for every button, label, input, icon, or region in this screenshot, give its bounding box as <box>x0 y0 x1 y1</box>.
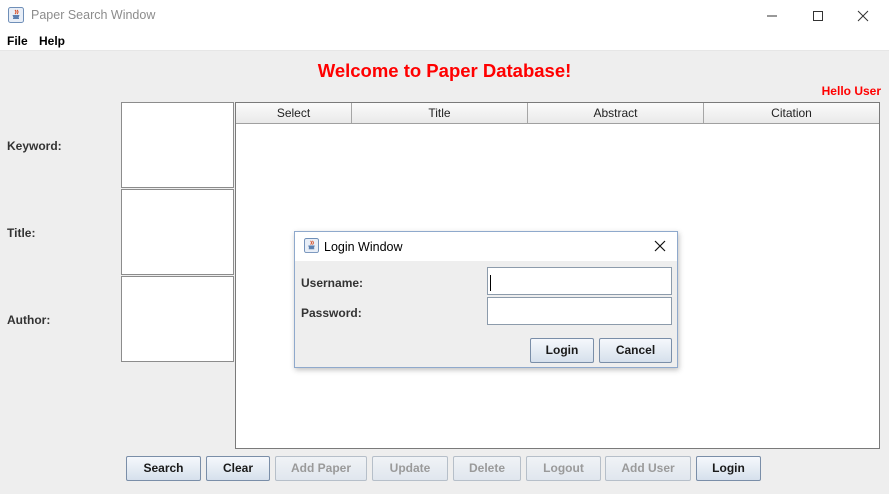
title-label: Title: <box>7 226 36 240</box>
column-header-title[interactable]: Title <box>352 103 528 123</box>
password-input[interactable] <box>487 297 672 325</box>
column-header-abstract[interactable]: Abstract <box>528 103 704 123</box>
column-header-citation[interactable]: Citation <box>704 103 879 123</box>
dialog-cancel-button[interactable]: Cancel <box>599 338 672 363</box>
text-caret <box>490 275 491 291</box>
menu-help[interactable]: Help <box>39 34 65 48</box>
menu-file[interactable]: File <box>7 34 28 48</box>
username-input[interactable] <box>487 267 672 295</box>
dialog-login-button[interactable]: Login <box>530 338 594 363</box>
keyword-field[interactable] <box>121 102 234 188</box>
maximize-icon <box>813 10 823 21</box>
dialog-title: Login Window <box>324 240 403 254</box>
greeting-label: Hello User <box>821 84 881 98</box>
menu-bar <box>0 31 889 51</box>
logout-button[interactable]: Logout <box>526 456 601 481</box>
author-label: Author: <box>7 313 51 327</box>
window-title: Paper Search Window <box>31 8 156 22</box>
close-button[interactable] <box>840 0 886 31</box>
keyword-label: Keyword: <box>7 139 62 153</box>
dialog-close-button[interactable] <box>651 237 669 255</box>
minimize-button[interactable] <box>749 0 795 31</box>
close-icon <box>857 10 869 21</box>
welcome-heading: Welcome to Paper Database! <box>317 60 572 81</box>
update-button[interactable]: Update <box>372 456 448 481</box>
author-field[interactable] <box>121 276 234 362</box>
search-button[interactable]: Search <box>126 456 201 481</box>
delete-button[interactable]: Delete <box>453 456 521 481</box>
username-label: Username: <box>301 276 364 290</box>
login-dialog: Login Window Username: Password: Login C… <box>294 231 678 368</box>
title-field[interactable] <box>121 189 234 275</box>
column-header-select[interactable]: Select <box>236 103 352 123</box>
close-icon <box>654 240 666 252</box>
java-cup-icon <box>8 7 24 23</box>
clear-button[interactable]: Clear <box>206 456 270 481</box>
login-button[interactable]: Login <box>696 456 761 481</box>
password-label: Password: <box>301 306 362 320</box>
java-cup-icon <box>304 238 319 253</box>
minimize-icon <box>767 15 777 16</box>
maximize-button[interactable] <box>795 0 841 31</box>
table-header: Select Title Abstract Citation <box>236 103 879 124</box>
add-paper-button[interactable]: Add Paper <box>275 456 367 481</box>
add-user-button[interactable]: Add User <box>605 456 691 481</box>
